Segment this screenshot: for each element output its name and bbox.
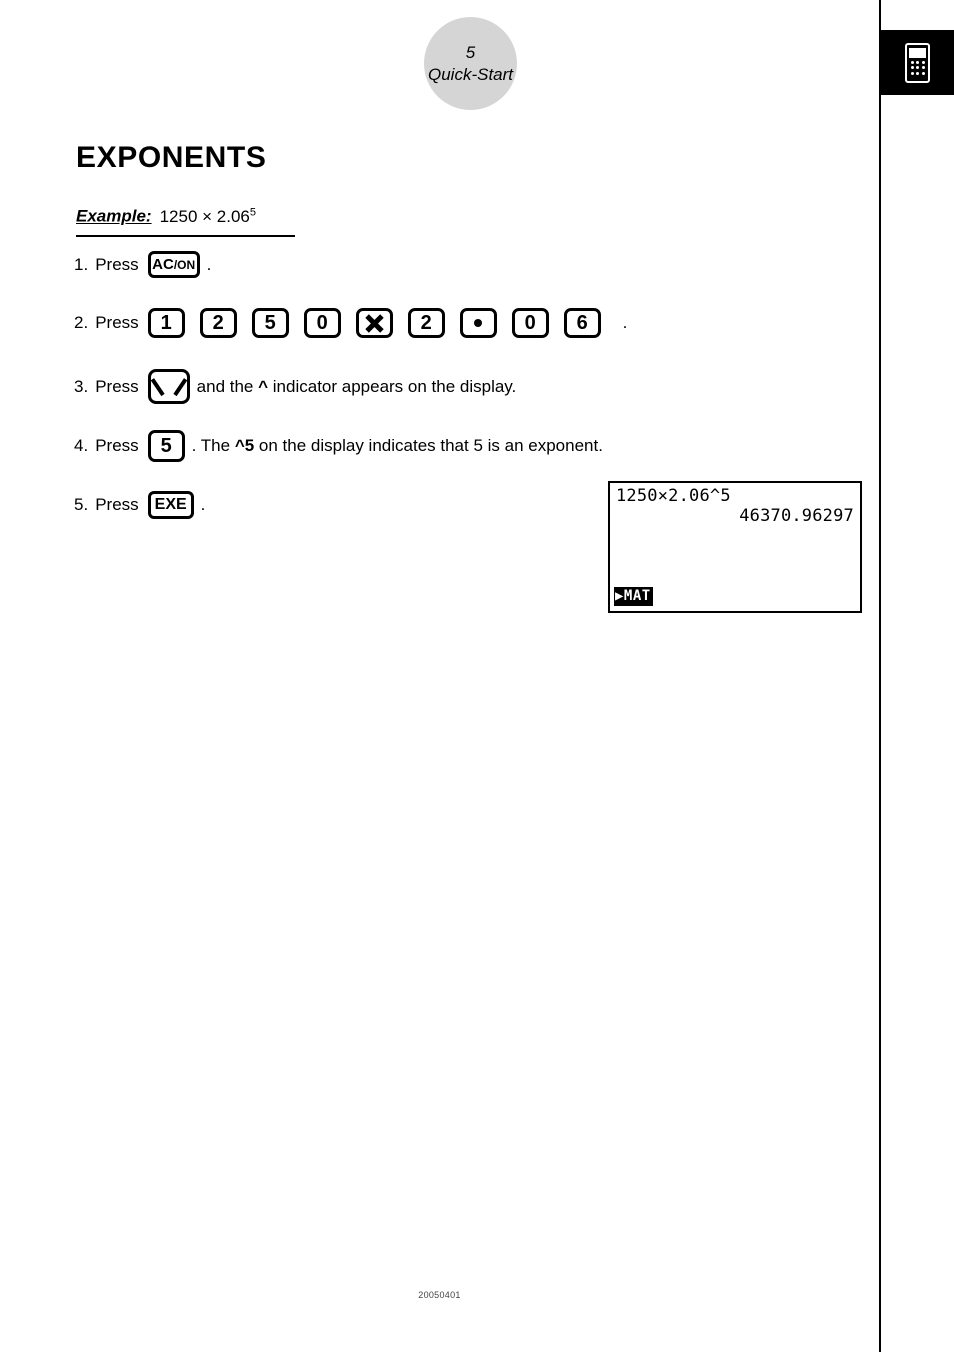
page-edge-rule <box>879 0 881 1352</box>
key-ac-on[interactable]: AC/ON <box>147 251 200 278</box>
display-entry-line: 1250×2.06^5 <box>616 486 731 506</box>
key-ac-on-main: AC <box>152 256 174 273</box>
chapter-index-tab <box>881 30 954 95</box>
example-expression-base: 1250 × 2.06 <box>159 206 250 226</box>
key-0[interactable]: 0 <box>303 308 341 338</box>
step-4-tail-pre: . The <box>191 436 235 455</box>
step-3-tail: and the ^ indicator appears on the displ… <box>197 377 517 397</box>
key-5[interactable]: 5 <box>251 308 289 338</box>
step-2-tail: . <box>622 313 628 332</box>
step-3-tail-pre: and the <box>196 376 259 396</box>
step-4: 4. Press 5 . The ^5 on the display indic… <box>74 430 603 462</box>
step-2-number: 2. <box>74 313 89 332</box>
step-1-tail: . <box>206 254 212 274</box>
key-decimal-point[interactable] <box>459 308 497 338</box>
step-2-verb: Press <box>95 313 139 332</box>
example-expression-exponent: 5 <box>249 206 256 218</box>
decimal-point-icon <box>474 319 483 327</box>
key-0-second[interactable]: 0 <box>511 308 549 338</box>
multiply-icon <box>365 314 384 333</box>
calculator-display: 1250×2.06^5 46370.96297 ▶MAT <box>608 481 862 613</box>
step-5-tail: . <box>200 495 206 514</box>
step-3: 3. Press and the ^ indicator appears on … <box>74 369 516 404</box>
example-label: Example: <box>76 206 152 226</box>
key-multiply[interactable] <box>355 308 393 338</box>
key-1[interactable]: 1 <box>147 308 185 338</box>
display-result-line: 46370.96297 <box>739 506 854 526</box>
page-content: EXPONENTS Example: 1250 × 2.065 1. Press … <box>0 0 879 1352</box>
step-1: 1. Press AC/ON . <box>74 251 211 278</box>
step-4-tail: . The ^5 on the display indicates that 5… <box>192 436 603 456</box>
step-4-tail-post: on the display indicates that 5 is an ex… <box>254 436 603 455</box>
key-5-exponent[interactable]: 5 <box>147 430 185 462</box>
step-5: 5. Press EXE . <box>74 491 205 519</box>
page-footer-code: 20050401 <box>418 1290 461 1300</box>
step-1-verb: Press <box>95 254 139 274</box>
key-ac-on-sub: /ON <box>173 257 196 272</box>
step-3-tail-symbol: ^ <box>258 376 269 396</box>
display-menu-tab: ▶MAT <box>614 587 653 606</box>
key-exe[interactable]: EXE <box>147 491 194 519</box>
key-6[interactable]: 6 <box>563 308 601 338</box>
key-2-second[interactable]: 2 <box>407 308 445 338</box>
step-3-number: 3. <box>74 376 89 396</box>
step-4-tail-symbol: ^5 <box>234 436 255 455</box>
calculator-icon-keys <box>910 60 925 75</box>
step-5-verb: Press <box>95 495 139 514</box>
page-title: EXPONENTS <box>76 141 267 174</box>
step-5-number: 5. <box>74 495 89 514</box>
step-4-number: 4. <box>74 436 89 455</box>
calculator-icon <box>905 42 930 83</box>
example-heading: Example: 1250 × 2.065 <box>76 206 295 237</box>
step-4-verb: Press <box>95 436 139 455</box>
calculator-icon-screen <box>909 47 926 58</box>
step-2: 2. Press 1 2 5 0 2 0 6 . <box>74 308 627 338</box>
example-expression: 1250 × 2.065 <box>159 206 256 226</box>
step-1-number: 1. <box>74 254 89 274</box>
key-caret-power[interactable] <box>147 369 190 404</box>
step-3-tail-post: indicator appears on the display. <box>268 376 517 396</box>
step-3-verb: Press <box>95 376 139 396</box>
key-2[interactable]: 2 <box>199 308 237 338</box>
caret-icon <box>158 379 180 395</box>
